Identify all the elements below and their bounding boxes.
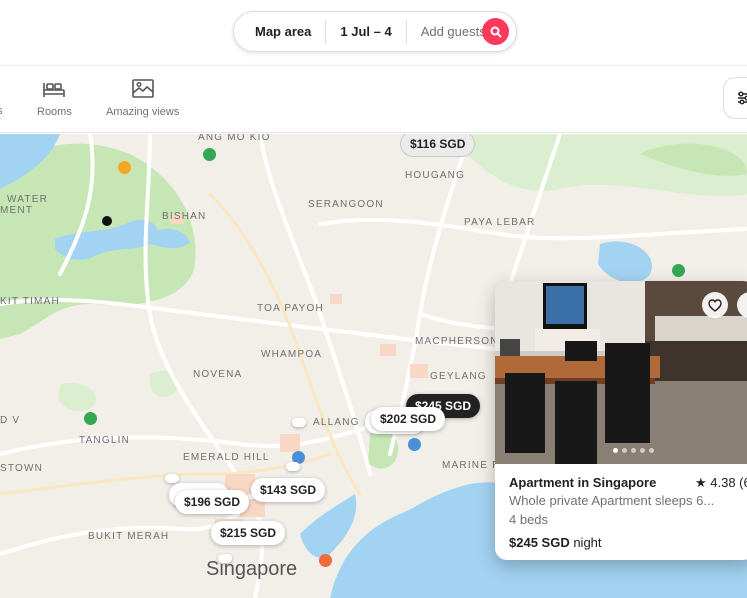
category-item-cut[interactable]: s bbox=[0, 105, 3, 117]
listing-price-unit: night bbox=[573, 535, 602, 550]
map-mini-marker[interactable] bbox=[218, 554, 232, 563]
search-bar[interactable]: Map area 1 Jul – 4 Add guests bbox=[233, 11, 517, 52]
bed-icon bbox=[43, 83, 66, 97]
category-rooms[interactable]: Rooms bbox=[37, 78, 72, 118]
poi-dot-icon[interactable] bbox=[102, 216, 112, 226]
price-pin[interactable]: $116 SGD bbox=[401, 134, 475, 156]
map-label-novena: NOVENA bbox=[193, 369, 243, 380]
listing-price-amount: $245 SGD bbox=[509, 535, 570, 550]
listing-subtitle: Whole private Apartment sleeps 6... bbox=[509, 493, 715, 508]
price-pin[interactable]: $143 SGD bbox=[251, 478, 326, 502]
poi-transit-icon[interactable] bbox=[408, 438, 421, 451]
filter-sliders-icon bbox=[738, 91, 747, 105]
map-mini-marker[interactable] bbox=[165, 474, 179, 483]
map-label-paya-lebar: PAYA LEBAR bbox=[464, 217, 536, 228]
map-label-ang-mo-kio: ANG MO KIO bbox=[198, 134, 271, 143]
map-label-serangoon: SERANGOON bbox=[308, 199, 384, 210]
map-label-d-v: D V bbox=[0, 415, 21, 426]
map-label-bukit-merah: BUKIT MERAH bbox=[88, 531, 170, 542]
search-dates[interactable]: 1 Jul – 4 bbox=[325, 19, 405, 44]
map-label-hougang: HOUGANG bbox=[405, 170, 466, 181]
listing-title: Apartment in Singapore bbox=[509, 475, 657, 490]
poi-park-icon[interactable] bbox=[672, 264, 685, 277]
category-label-amazing-views: Amazing views bbox=[106, 106, 180, 118]
search-location[interactable]: Map area bbox=[234, 20, 325, 44]
map-label-geylang: GEYLANG bbox=[430, 371, 487, 382]
map-label-water: WATER bbox=[7, 194, 48, 205]
price-pin[interactable]: $202 SGD bbox=[371, 407, 446, 431]
map-mini-marker[interactable] bbox=[292, 418, 306, 427]
price-pin[interactable]: $215 SGD bbox=[211, 521, 286, 545]
heart-icon bbox=[708, 298, 722, 312]
search-button[interactable] bbox=[482, 18, 509, 45]
category-amazing-views[interactable]: Amazing views bbox=[106, 78, 179, 118]
wishlist-button[interactable] bbox=[702, 292, 728, 318]
map-label-whampoa: WHAMPOA bbox=[261, 349, 323, 360]
category-label-rooms: Rooms bbox=[37, 106, 72, 118]
map-label-macpherson: MACPHERSON bbox=[415, 336, 499, 347]
map-label-kit-timah: KIT TIMAH bbox=[0, 296, 60, 307]
price-pin[interactable]: $196 SGD bbox=[175, 490, 250, 514]
map-label-ment: MENT bbox=[0, 205, 34, 216]
map-label-stown: STOWN bbox=[0, 463, 44, 474]
poi-restaurant-icon[interactable] bbox=[319, 554, 332, 567]
listing-rating: ★ 4.38 (6 bbox=[695, 475, 747, 490]
map-label-tanglin: TANGLIN bbox=[79, 435, 130, 446]
top-header: Map area 1 Jul – 4 Add guests bbox=[0, 0, 747, 66]
map-label-emerald-hill: EMERALD HILL bbox=[183, 452, 270, 463]
map-label-toa-payoh: TOA PAYOH bbox=[257, 303, 324, 314]
map-mini-marker[interactable] bbox=[286, 462, 300, 471]
map-label-bishan: BISHAN bbox=[162, 211, 207, 222]
poi-park-icon[interactable] bbox=[84, 412, 97, 425]
photo-carousel-dots bbox=[613, 448, 654, 453]
poi-marker-icon[interactable] bbox=[118, 161, 131, 174]
listing-price: $245 SGD night bbox=[509, 535, 602, 550]
poi-park-icon[interactable] bbox=[203, 148, 216, 161]
listing-card[interactable]: Apartment in Singapore ★ 4.38 (6 Whole p… bbox=[495, 281, 747, 560]
filters-button[interactable] bbox=[723, 77, 747, 119]
category-bar: s Rooms Amazing views bbox=[0, 66, 747, 133]
views-icon bbox=[131, 79, 154, 98]
map-label-allang: ALLANG bbox=[313, 417, 360, 428]
listing-beds: 4 beds bbox=[509, 512, 549, 527]
search-icon bbox=[490, 26, 501, 37]
